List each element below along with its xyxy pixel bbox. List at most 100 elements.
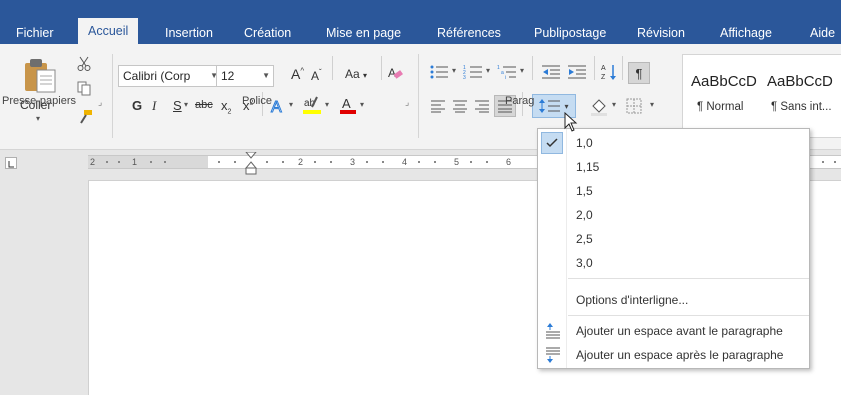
show-marks-button[interactable]: ¶: [628, 62, 650, 84]
borders-icon[interactable]: [624, 96, 644, 116]
tab-aide[interactable]: Aide: [806, 22, 839, 44]
add-space-after-item[interactable]: Ajouter un espace après le paragraphe: [538, 343, 809, 367]
paragraph-group-label: Parag: [505, 95, 535, 107]
line-spacing-option[interactable]: 3,0: [538, 251, 809, 275]
line-spacing-option[interactable]: 2,0: [538, 203, 809, 227]
ruler-number: 1: [132, 157, 138, 167]
highlight-dropdown-arrow[interactable]: ▾: [325, 100, 329, 109]
font-name-combo[interactable]: Calibri (Corp ▼: [118, 65, 222, 87]
tab-fichier[interactable]: Fichier: [12, 22, 58, 44]
ruler-tick: [382, 161, 384, 163]
indent-marker-icon[interactable]: [244, 152, 258, 176]
tab-accueil[interactable]: Accueil: [78, 18, 139, 44]
italic-button[interactable]: I: [152, 98, 156, 114]
line-spacing-option[interactable]: 1,15: [538, 155, 809, 179]
align-center-icon[interactable]: [450, 96, 470, 116]
svg-text:A: A: [271, 99, 282, 115]
font-color-icon[interactable]: A: [338, 94, 358, 116]
tab-selector-icon[interactable]: [5, 157, 17, 169]
styles-gallery: AaBbCcD ¶ Normal AaBbCcD ¶ Sans int...: [682, 54, 841, 138]
bold-button[interactable]: G: [132, 98, 142, 113]
paste-icon[interactable]: [20, 56, 60, 94]
line-spacing-option[interactable]: 1,5: [538, 179, 809, 203]
tab-references[interactable]: Références: [433, 22, 505, 44]
font-launcher-icon[interactable]: ⌟: [405, 97, 409, 108]
clipboard-launcher-icon[interactable]: ⌟: [98, 97, 102, 108]
space-after-icon: [546, 347, 560, 363]
ruler-tick: [418, 161, 420, 163]
style-name-no-spacing[interactable]: ¶ Sans int...: [771, 101, 832, 113]
shading-icon[interactable]: [588, 95, 610, 117]
word-window: Fichier Accueil Insertion Création Mise …: [0, 0, 841, 395]
ruler-number: 2: [298, 157, 304, 167]
add-space-before-item[interactable]: Ajouter un espace avant le paragraphe: [538, 319, 809, 343]
svg-text:A: A: [601, 65, 606, 72]
toolbar-divider: [594, 56, 595, 80]
line-spacing-menu: 1,0 1,15 1,5 2,0 2,5 3,0 Options d'inter…: [537, 128, 810, 369]
add-space-after-label: Ajouter un espace après le paragraphe: [576, 348, 784, 362]
toolbar-divider: [622, 56, 623, 80]
svg-text:i: i: [505, 75, 506, 80]
multilevel-list-icon[interactable]: 1ai: [496, 62, 518, 82]
line-spacing-option[interactable]: 2,5: [538, 227, 809, 251]
font-name-value: Calibri (Corp: [123, 69, 191, 83]
ruler-tick: [822, 161, 824, 163]
underline-button[interactable]: S: [173, 98, 182, 113]
font-group-label: Police: [242, 95, 272, 107]
numbering-dropdown-arrow[interactable]: ▾: [486, 66, 490, 75]
align-left-icon[interactable]: [428, 96, 448, 116]
bullets-dropdown-arrow[interactable]: ▾: [452, 66, 456, 75]
ruler-tick: [314, 161, 316, 163]
bullets-icon[interactable]: [428, 62, 450, 82]
clear-formatting-icon[interactable]: A: [386, 64, 404, 82]
ruler-tick: [330, 161, 332, 163]
align-right-icon[interactable]: [472, 96, 492, 116]
strikethrough-button[interactable]: abc: [195, 99, 213, 111]
tab-mise-en-page[interactable]: Mise en page: [322, 22, 405, 44]
style-name-normal[interactable]: ¶ Normal: [697, 101, 743, 113]
toolbar-divider: [332, 56, 333, 80]
highlight-color-icon[interactable]: ab: [300, 94, 324, 116]
tab-affichage[interactable]: Affichage: [716, 22, 776, 44]
ruler-tick: [282, 161, 284, 163]
style-preview-no-spacing[interactable]: AaBbCcD: [767, 73, 833, 90]
svg-text:Z: Z: [601, 74, 606, 81]
increase-indent-icon[interactable]: [566, 62, 588, 82]
underline-dropdown-arrow[interactable]: ▾: [184, 100, 188, 109]
text-effects-dropdown-arrow[interactable]: ▾: [289, 100, 293, 109]
numbering-icon[interactable]: 123: [462, 62, 484, 82]
ruler-tick: [118, 161, 120, 163]
line-spacing-option[interactable]: 1,0: [538, 131, 809, 155]
tab-insertion[interactable]: Insertion: [161, 22, 217, 44]
change-case-button[interactable]: Aa ▾: [345, 67, 367, 81]
svg-text:1: 1: [497, 65, 500, 71]
ruler-tick: [218, 161, 220, 163]
add-space-before-label: Ajouter un espace avant le paragraphe: [576, 324, 783, 338]
font-size-combo[interactable]: 12 ▼: [216, 65, 274, 87]
ruler-tick: [150, 161, 152, 163]
ruler-number: 2: [90, 157, 96, 167]
grow-font-button[interactable]: A^: [291, 66, 304, 82]
copy-icon[interactable]: [76, 80, 92, 96]
tab-publipostage[interactable]: Publipostage: [530, 22, 610, 44]
shrink-font-button[interactable]: Aˇ: [311, 68, 322, 83]
sort-icon[interactable]: AZ: [600, 62, 618, 82]
tab-revision[interactable]: Révision: [633, 22, 689, 44]
line-spacing-options-item[interactable]: Options d'interligne...: [538, 288, 809, 312]
format-painter-icon[interactable]: [76, 108, 94, 126]
svg-text:a: a: [501, 70, 504, 76]
space-before-icon: [546, 323, 560, 339]
line-spacing-options-label: Options d'interligne...: [576, 293, 689, 307]
cut-icon[interactable]: [76, 56, 92, 72]
tab-creation[interactable]: Création: [240, 22, 295, 44]
font-color-dropdown-arrow[interactable]: ▾: [360, 100, 364, 109]
style-preview-normal[interactable]: AaBbCcD: [691, 73, 757, 90]
ruler-tick: [266, 161, 268, 163]
line-spacing-option-label: 2,5: [576, 232, 593, 246]
paste-dropdown-arrow[interactable]: ▾: [36, 114, 40, 123]
shading-dropdown-arrow[interactable]: ▾: [612, 100, 616, 109]
subscript-button[interactable]: x2: [221, 98, 231, 116]
decrease-indent-icon[interactable]: [540, 62, 562, 82]
borders-dropdown-arrow[interactable]: ▾: [650, 100, 654, 109]
multilevel-dropdown-arrow[interactable]: ▾: [520, 66, 524, 75]
